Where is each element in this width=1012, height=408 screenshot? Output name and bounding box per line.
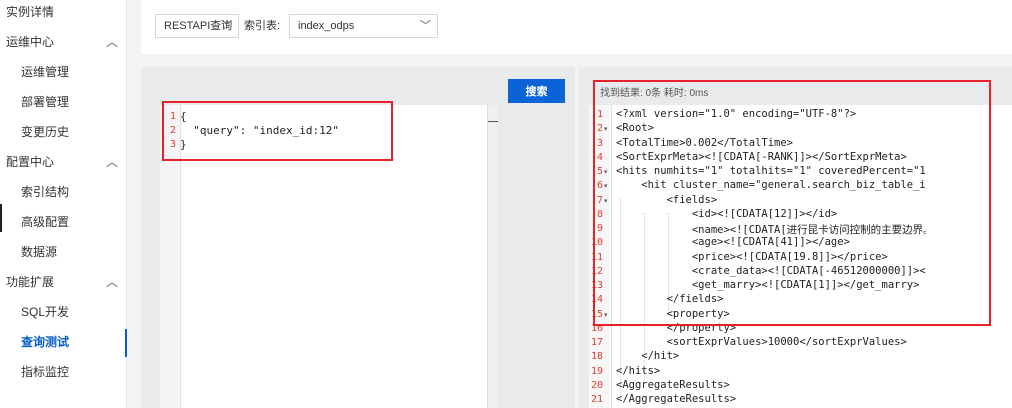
sidebar-item-label: SQL开发 <box>21 305 70 319</box>
sidebar-item-index-structure[interactable]: 索引结构 <box>0 177 126 207</box>
sidebar-group-config-center[interactable]: 配置中心 ︿ <box>0 147 126 177</box>
code-line: </hit> <box>616 350 680 363</box>
sidebar: 实例详情 运维中心 ︿ 运维管理 部署管理 变更历史 配置中心 ︿ 索引结构 高级配… <box>0 0 127 408</box>
sidebar-item-advanced-config[interactable]: 高级配置 <box>0 207 126 237</box>
scrollbar-thumb[interactable] <box>488 121 498 126</box>
line-number: 17 <box>590 337 603 348</box>
sidebar-item-label: 配置中心 <box>6 155 55 169</box>
index-table-label: 索引表: <box>244 20 281 32</box>
sidebar-item-metric-monitor[interactable]: 指标监控 <box>0 357 126 387</box>
sidebar-item-change-history[interactable]: 变更历史 <box>0 117 126 147</box>
sidebar-group-feature-extension[interactable]: 功能扩展 ︿ <box>0 267 126 297</box>
line-number: 21 <box>590 394 603 405</box>
line-number: 19 <box>590 365 603 377</box>
line-number: 18 <box>590 351 603 363</box>
sidebar-item-label: 指标监控 <box>21 365 70 379</box>
sidebar-item-label: 部署管理 <box>21 95 70 109</box>
sidebar-item-data-source[interactable]: 数据源 <box>0 237 126 267</box>
chevron-down-icon: ﹀ <box>420 20 431 32</box>
line-number: 20 <box>590 379 603 391</box>
code-line: <sortExprValues>10000</sortExprValues> <box>616 336 907 348</box>
sidebar-item-label: 高级配置 <box>21 215 70 229</box>
index-table-select[interactable]: index_odps ﹀ <box>289 14 438 38</box>
sidebar-item-instance-detail[interactable]: 实例详情 <box>0 0 126 27</box>
sidebar-item-ops-management[interactable]: 运维管理 <box>0 57 126 87</box>
index-table-value: index_odps <box>298 20 355 32</box>
code-line: </AggregateResults> <box>616 393 737 405</box>
chevron-up-icon: ︿ <box>105 35 118 49</box>
sidebar-item-label: 功能扩展 <box>6 275 55 289</box>
sidebar-item-label: 运维管理 <box>21 65 70 79</box>
code-line: </hits> <box>616 364 661 377</box>
sidebar-group-ops-center[interactable]: 运维中心 ︿ <box>0 27 126 57</box>
sidebar-item-label: 实例详情 <box>6 5 55 19</box>
annotation-box-query <box>162 101 393 161</box>
search-button[interactable]: 搜索 <box>508 79 565 103</box>
chevron-down-icon: ﹀ <box>221 20 232 32</box>
query-mode-select[interactable]: RESTAPI查询 ﹀ <box>155 14 239 38</box>
sidebar-item-label: 索引结构 <box>21 185 70 199</box>
chevron-up-icon: ︿ <box>105 155 118 169</box>
sidebar-item-label: 变更历史 <box>21 125 70 139</box>
annotation-box-result <box>593 80 991 326</box>
sidebar-item-sql-dev[interactable]: SQL开发 <box>0 297 126 327</box>
sidebar-item-label: 运维中心 <box>6 35 55 49</box>
code-line: <AggregateResults> <box>616 378 730 391</box>
sidebar-item-deploy-management[interactable]: 部署管理 <box>0 87 126 117</box>
sidebar-item-label: 查询测试 <box>21 335 70 349</box>
query-editor-scrollbar[interactable] <box>487 105 498 408</box>
sidebar-item-label: 数据源 <box>21 245 58 259</box>
chevron-up-icon: ︿ <box>105 275 118 289</box>
sidebar-item-query-test[interactable]: 查询测试 <box>0 327 127 357</box>
